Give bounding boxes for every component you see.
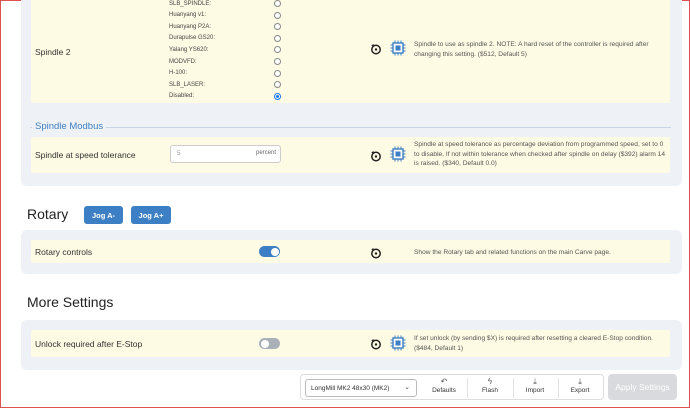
tolerance-reset-icon[interactable] [370, 149, 382, 162]
toggle-knob [270, 247, 279, 256]
toolbar-divider [558, 378, 559, 398]
machine-select[interactable]: LongMill MK2 48x30 (MK2) ⌄ [305, 379, 417, 397]
rotary-controls-label: Rotary controls [35, 247, 93, 257]
undo-icon: ↶ [440, 377, 448, 386]
spindle-option-label: SLB_LASER: [169, 81, 206, 88]
spindle-option-radio[interactable] [274, 34, 281, 42]
tolerance-value: 5 [177, 150, 181, 157]
spindle2-cpu-icon [390, 40, 406, 56]
rotary-controls-toggle[interactable] [259, 246, 280, 257]
spindle-option-label: Durapulse GS20: [169, 35, 216, 42]
toggle-knob [260, 339, 269, 348]
toolbar-divider [467, 378, 468, 398]
more-settings-title: More Settings [27, 294, 114, 310]
download-icon: ⤓ [533, 377, 537, 386]
unlock-description: If set unlock (by sending $X) is require… [414, 335, 653, 352]
spindle-option-label: Huanyang P2A: [169, 23, 212, 30]
import-button[interactable]: ⤓ Import [516, 377, 554, 399]
export-label: Export [570, 387, 590, 394]
spindle-option-label: SLB_SPINDLE: [169, 0, 212, 7]
spindle-option-label: Disabled: [169, 93, 195, 100]
modbus-fieldset-line [30, 127, 671, 128]
spindle-option-radio[interactable] [274, 58, 281, 65]
export-icon: ⤓ [578, 377, 582, 386]
spindle-option-radio[interactable] [274, 0, 281, 7]
defaults-label: Defaults [432, 387, 456, 394]
unlock-label: Unlock required after E-Stop [35, 339, 143, 349]
spindle-option-radio[interactable] [274, 69, 281, 77]
export-button[interactable]: ⤓ Export [561, 377, 599, 399]
spindle-option-label: Yalang YS620: [169, 46, 209, 53]
unlock-cpu-icon [390, 335, 406, 351]
toolbar-divider [513, 378, 514, 398]
jog-a-minus-button[interactable]: Jog A- [84, 206, 123, 224]
chevron-down-icon: ⌄ [404, 384, 410, 391]
tolerance-description: Spindle at speed tolerance as percentage… [414, 141, 666, 168]
modbus-title: Spindle Modbus [32, 121, 107, 132]
spindle-option-label: MODVFD: [169, 58, 197, 65]
bolt-icon: ϟ [487, 377, 493, 386]
tolerance-input[interactable]: 5 percent [170, 145, 281, 163]
rotary-title: Rotary [27, 206, 69, 222]
bottom-toolbar: LongMill MK2 48x30 (MK2) ⌄ ↶ Defaults ϟ … [300, 374, 604, 400]
apply-settings-button[interactable]: Apply Settings [608, 374, 677, 400]
rotary-description: Show the Rotary tab and related function… [414, 249, 611, 256]
flash-button[interactable]: ϟ Flash [471, 377, 509, 399]
spindle2-description: Spindle to use as spindle 2. NOTE: A har… [414, 41, 649, 58]
unlock-reset-icon[interactable] [370, 337, 382, 350]
spindle-option-radio[interactable] [274, 11, 281, 19]
flash-label: Flash [482, 387, 498, 394]
tolerance-label: Spindle at speed tolerance [35, 150, 136, 160]
unlock-toggle[interactable] [259, 338, 280, 349]
rotary-reset-icon[interactable] [370, 246, 382, 259]
tolerance-unit: percent [255, 150, 276, 156]
import-label: Import [525, 387, 545, 394]
spindle2-label: Spindle 2 [35, 47, 71, 57]
machine-select-value: LongMill MK2 48x30 (MK2) [311, 385, 390, 392]
spindle2-reset-icon[interactable] [370, 42, 382, 55]
spindle-option-radio[interactable] [274, 92, 281, 100]
spindle-option-label: Huanyang v1: [169, 12, 207, 19]
defaults-button[interactable]: ↶ Defaults [425, 377, 463, 399]
jog-a-plus-button[interactable]: Jog A+ [131, 206, 171, 224]
tolerance-cpu-icon [390, 146, 406, 162]
spindle-option-label: H-100: [169, 70, 188, 77]
